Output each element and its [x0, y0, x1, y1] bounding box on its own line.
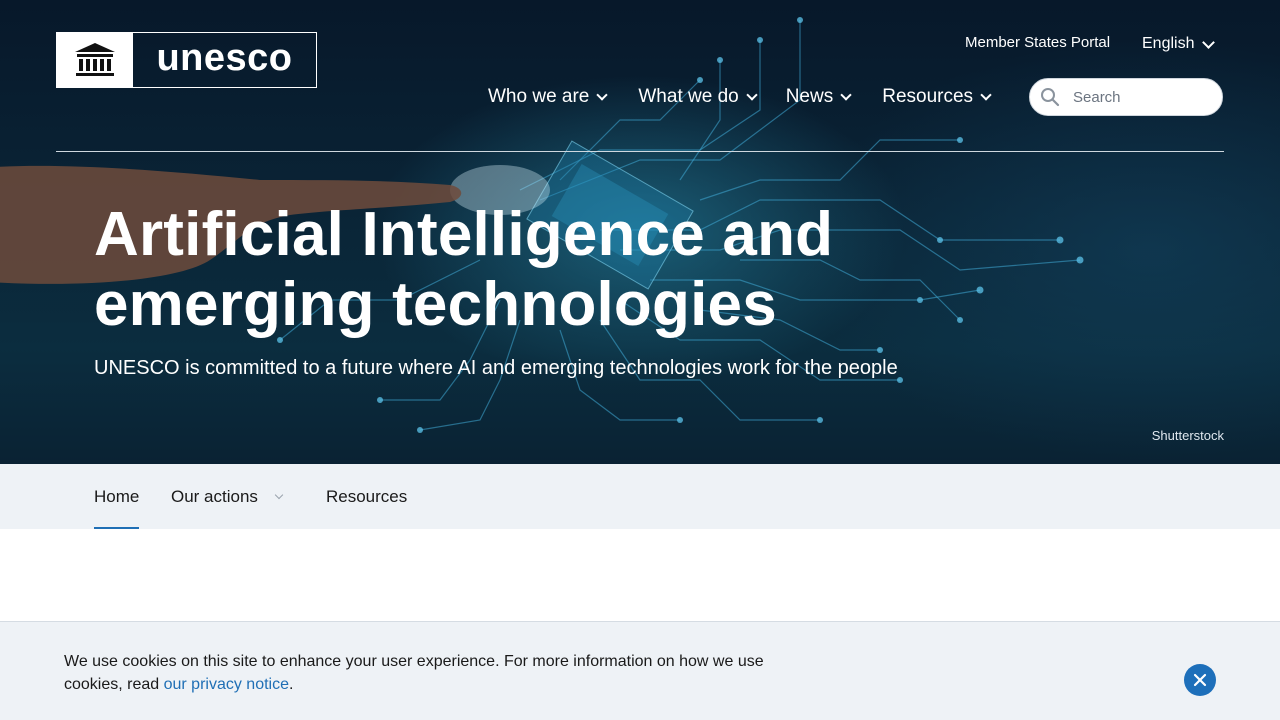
- section-navigation: Home Our actions Resources: [0, 464, 1280, 529]
- search-box[interactable]: [1029, 78, 1223, 116]
- nav-resources[interactable]: Resources: [882, 86, 992, 108]
- tab-label: Resources: [326, 486, 408, 506]
- nav-label: Who we are: [488, 86, 590, 107]
- cookie-message: We use cookies on this site to enhance y…: [64, 650, 784, 696]
- chevron-down-icon: [746, 89, 758, 101]
- nav-news[interactable]: News: [785, 86, 852, 108]
- header-divider: [56, 151, 1224, 152]
- tab-label: Our actions: [171, 486, 258, 506]
- logo-wordmark: unesco: [156, 36, 293, 79]
- cookie-text-end: .: [289, 676, 294, 693]
- search-input[interactable]: [1071, 87, 1205, 107]
- close-icon: [1193, 673, 1207, 687]
- main-navigation: Who we are What we do News Resources: [488, 86, 1022, 108]
- hero-banner: unesco Member States Portal English Who …: [0, 0, 1280, 464]
- close-cookie-button[interactable]: [1184, 664, 1216, 696]
- temple-emblem-icon: [57, 33, 133, 87]
- member-states-portal-link[interactable]: Member States Portal: [965, 34, 1110, 51]
- nav-label: Resources: [882, 86, 974, 107]
- tab-home[interactable]: Home: [94, 464, 140, 529]
- chevron-down-icon: [1202, 35, 1216, 49]
- page-title: Artificial Intelligence and emerging tec…: [94, 200, 994, 340]
- chevron-down-icon: [980, 89, 992, 101]
- chevron-down-icon: [840, 89, 852, 101]
- chevron-down-icon: [596, 89, 609, 101]
- unesco-logo[interactable]: unesco: [56, 32, 317, 88]
- nav-label: News: [785, 86, 834, 107]
- search-icon: [1040, 87, 1060, 107]
- privacy-notice-link[interactable]: our privacy notice: [164, 676, 289, 693]
- tab-resources[interactable]: Resources: [326, 464, 407, 529]
- title-line-2: emerging technologies: [94, 270, 777, 339]
- tab-our-actions[interactable]: Our actions: [171, 464, 284, 529]
- language-selector[interactable]: English: [1142, 35, 1216, 53]
- nav-who-we-are[interactable]: Who we are: [488, 86, 609, 108]
- nav-what-we-do[interactable]: What we do: [638, 86, 758, 108]
- language-label: English: [1142, 35, 1195, 52]
- image-credit: Shutterstock: [1151, 428, 1224, 443]
- tab-label: Home: [94, 486, 140, 506]
- nav-label: What we do: [638, 86, 739, 107]
- title-line-1: Artificial Intelligence and: [94, 200, 834, 269]
- chevron-down-icon: [274, 490, 284, 499]
- page-subtitle: UNESCO is committed to a future where AI…: [94, 357, 898, 379]
- cookie-banner: We use cookies on this site to enhance y…: [0, 621, 1280, 720]
